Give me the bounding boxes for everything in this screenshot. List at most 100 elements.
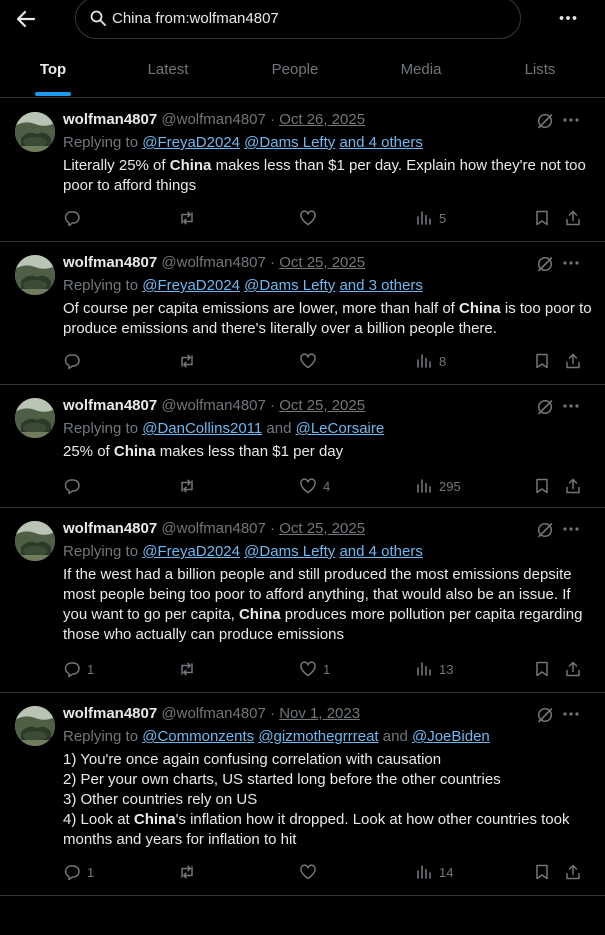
user-handle[interactable]: @wolfman4807 [161, 111, 265, 128]
user-handle[interactable]: @wolfman4807 [161, 705, 265, 722]
tweet-more-button[interactable] [562, 397, 580, 415]
display-name[interactable]: wolfman4807 [63, 705, 157, 722]
like-button[interactable] [299, 352, 323, 370]
display-name[interactable]: wolfman4807 [63, 397, 157, 414]
tweet-more-button[interactable] [562, 111, 580, 129]
tab-latest[interactable]: Latest [133, 48, 203, 96]
search-input[interactable] [112, 9, 492, 27]
tweet[interactable]: wolfman4807 @wolfman4807 · Nov 1, 2023 Re… [0, 693, 605, 896]
mention-link[interactable]: @Dams Lefty [244, 543, 335, 560]
tab-lists[interactable]: Lists [505, 48, 575, 96]
mention-link[interactable]: @Commonzents [142, 728, 254, 745]
mention-link[interactable]: @LeCorsaire [296, 420, 385, 437]
repost-icon [181, 211, 193, 225]
tab-people[interactable]: People [260, 48, 330, 96]
views-button[interactable]: 8 [415, 352, 446, 370]
like-button[interactable]: 1 [299, 660, 330, 678]
views-icon [417, 865, 431, 879]
more-icon [563, 404, 579, 408]
tweet[interactable]: wolfman4807 @wolfman4807 · Oct 26, 2025 R… [0, 99, 605, 242]
avatar[interactable] [15, 521, 55, 561]
avatar[interactable] [15, 706, 55, 746]
grok-button[interactable] [536, 706, 554, 724]
grok-button[interactable] [536, 398, 554, 416]
tweet[interactable]: wolfman4807 @wolfman4807 · Oct 25, 2025 R… [0, 508, 605, 693]
avatar-image [15, 706, 55, 746]
user-handle[interactable]: @wolfman4807 [161, 397, 265, 414]
grok-button[interactable] [536, 112, 554, 130]
display-name[interactable]: wolfman4807 [63, 254, 157, 271]
mention-link[interactable]: @DanCollins2011 [142, 420, 262, 437]
views-button[interactable]: 5 [415, 209, 446, 227]
tab-top[interactable]: Top [18, 48, 88, 96]
tweet[interactable]: wolfman4807 @wolfman4807 · Oct 25, 2025 R… [0, 242, 605, 385]
grok-button[interactable] [536, 255, 554, 273]
mention-link[interactable]: @FreyaD2024 [142, 277, 240, 294]
separator-dot: · [270, 705, 276, 722]
bookmark-button[interactable] [533, 660, 551, 678]
mention-link[interactable]: @Dams Lefty [244, 277, 335, 294]
bookmark-button[interactable] [533, 477, 551, 495]
user-handle[interactable]: @wolfman4807 [161, 520, 265, 537]
tweet-more-button[interactable] [562, 520, 580, 538]
reply-button[interactable] [63, 209, 87, 227]
tweet-more-button[interactable] [562, 254, 580, 272]
others-link[interactable]: and 3 others [339, 277, 422, 294]
tweet-date[interactable]: Oct 26, 2025 [279, 111, 365, 128]
repost-button[interactable] [178, 209, 202, 227]
mention-link[interactable]: @FreyaD2024 [142, 543, 240, 560]
repost-button[interactable] [178, 660, 202, 678]
search-box[interactable] [75, 0, 521, 39]
share-button[interactable] [564, 660, 582, 678]
bookmark-button[interactable] [533, 863, 551, 881]
repost-button[interactable] [178, 477, 202, 495]
display-name[interactable]: wolfman4807 [63, 520, 157, 537]
mention-link[interactable]: @FreyaD2024 [142, 134, 240, 151]
tweet-more-button[interactable] [562, 705, 580, 723]
user-handle[interactable]: @wolfman4807 [161, 254, 265, 271]
reply-button[interactable]: 1 [63, 660, 94, 678]
tweet-date[interactable]: Oct 25, 2025 [279, 254, 365, 271]
reply-button[interactable] [63, 352, 87, 370]
more-options-button[interactable] [556, 8, 580, 28]
tweet[interactable]: wolfman4807 @wolfman4807 · Oct 25, 2025 R… [0, 385, 605, 508]
share-button[interactable] [564, 209, 582, 227]
reply-button[interactable]: 1 [63, 863, 94, 881]
views-button[interactable]: 14 [415, 863, 453, 881]
bookmark-button[interactable] [533, 352, 551, 370]
mention-link[interactable]: @gizmothegrrreat [258, 728, 378, 745]
avatar[interactable] [15, 112, 55, 152]
back-button[interactable] [12, 6, 40, 32]
tweet-text-segment: 3) Other countries rely on US [63, 791, 258, 808]
replying-to: Replying to @FreyaD2024 @Dams Lefty and … [63, 277, 423, 294]
mention-link[interactable]: @JoeBiden [412, 728, 490, 745]
repost-button[interactable] [178, 863, 202, 881]
mention-link[interactable]: @Dams Lefty [244, 134, 335, 151]
like-icon [300, 210, 316, 226]
share-button[interactable] [564, 863, 582, 881]
tweet-date[interactable]: Oct 25, 2025 [279, 397, 365, 414]
tweet-date[interactable]: Nov 1, 2023 [279, 705, 360, 722]
reply-button[interactable] [63, 477, 87, 495]
others-link[interactable]: and 4 others [339, 134, 422, 151]
share-button[interactable] [564, 477, 582, 495]
bookmark-button[interactable] [533, 209, 551, 227]
avatar[interactable] [15, 255, 55, 295]
repost-button[interactable] [178, 352, 202, 370]
tweet-header: wolfman4807 @wolfman4807 · Oct 25, 2025 [63, 254, 365, 271]
avatar[interactable] [15, 398, 55, 438]
grok-button[interactable] [536, 521, 554, 539]
tweet-text-line: 1) You're once again confusing correlati… [63, 750, 593, 770]
views-button[interactable]: 295 [415, 477, 461, 495]
tweet-date[interactable]: Oct 25, 2025 [279, 520, 365, 537]
like-button[interactable]: 4 [299, 477, 330, 495]
others-link[interactable]: and 4 others [339, 543, 422, 560]
views-button[interactable]: 13 [415, 660, 453, 678]
bookmark-icon [536, 210, 548, 226]
share-button[interactable] [564, 352, 582, 370]
like-button[interactable] [299, 209, 323, 227]
like-button[interactable] [299, 863, 323, 881]
display-name[interactable]: wolfman4807 [63, 111, 157, 128]
tweet-text: Of course per capita emissions are lower… [63, 299, 593, 339]
tab-media[interactable]: Media [386, 48, 456, 96]
